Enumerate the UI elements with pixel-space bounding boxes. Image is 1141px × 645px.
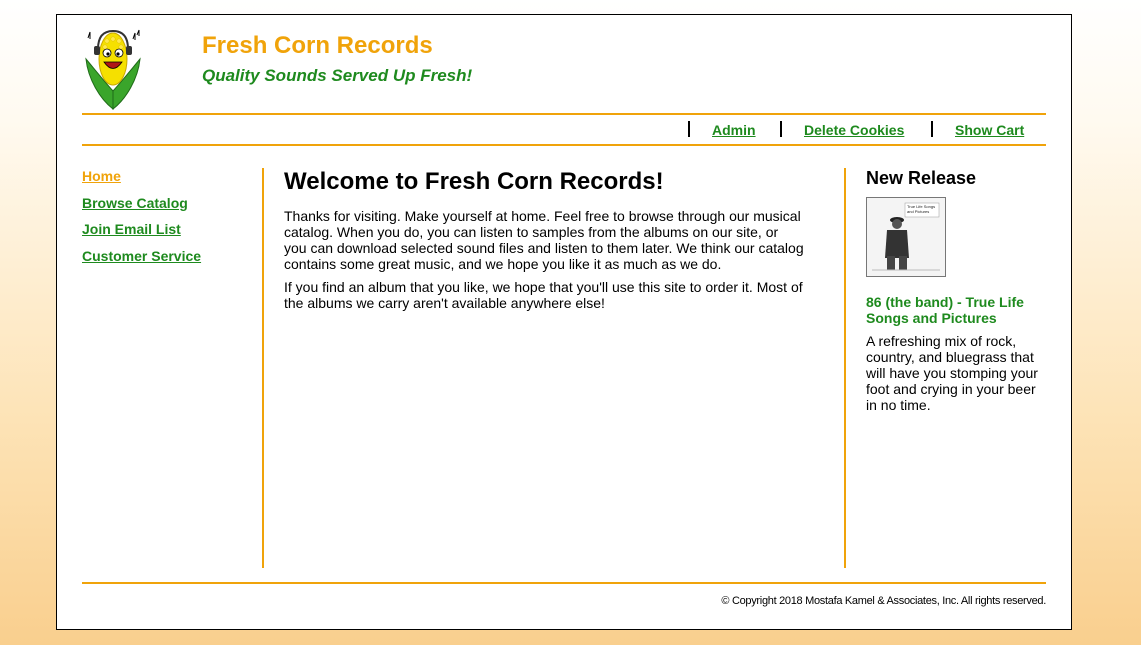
new-release-panel: New Release True Life Songs and Pictures …	[866, 168, 1046, 413]
show-cart-link[interactable]: Show Cart	[955, 122, 1024, 138]
footer-divider	[82, 582, 1046, 584]
corn-mascot-icon	[85, 29, 141, 111]
main-content: Welcome to Fresh Corn Records! Thanks fo…	[284, 168, 804, 318]
album-cover-image[interactable]: True Life Songs and Pictures	[866, 197, 946, 277]
sidebar-item-join-email-list[interactable]: Join Email List	[82, 221, 264, 248]
nav-separator	[780, 121, 782, 137]
welcome-heading: Welcome to Fresh Corn Records!	[284, 168, 664, 195]
top-nav-bar: Admin Delete Cookies Show Cart	[82, 113, 1046, 146]
left-column-divider	[262, 168, 264, 568]
admin-link[interactable]: Admin	[712, 122, 756, 138]
left-sidebar-nav: Home Browse Catalog Join Email List Cust…	[82, 168, 264, 274]
site-tagline: Quality Sounds Served Up Fresh!	[202, 66, 473, 85]
sidebar-item-home[interactable]: Home	[82, 168, 264, 195]
album-description: A refreshing mix of rock, country, and b…	[866, 333, 1038, 413]
sidebar-item-customer-service[interactable]: Customer Service	[82, 248, 264, 275]
sidebar-item-browse-catalog[interactable]: Browse Catalog	[82, 195, 264, 222]
nav-separator	[931, 121, 933, 137]
nav-separator	[688, 121, 690, 137]
page-frame: Fresh Corn Records Quality Sounds Served…	[56, 14, 1072, 630]
album-cover-photo-icon: True Life Songs and Pictures	[867, 198, 945, 276]
order-paragraph: If you find an album that you like, we h…	[284, 279, 803, 311]
right-column-divider	[844, 168, 846, 568]
site-title: Fresh Corn Records	[202, 32, 433, 59]
copyright-text: © Copyright 2018 Mostafa Kamel & Associa…	[721, 595, 1046, 607]
album-title-link[interactable]: 86 (the band) - True Life Songs and Pict…	[866, 294, 1046, 326]
new-release-heading: New Release	[866, 168, 977, 188]
delete-cookies-link[interactable]: Delete Cookies	[804, 122, 904, 138]
welcome-paragraph: Thanks for visiting. Make yourself at ho…	[284, 208, 804, 272]
